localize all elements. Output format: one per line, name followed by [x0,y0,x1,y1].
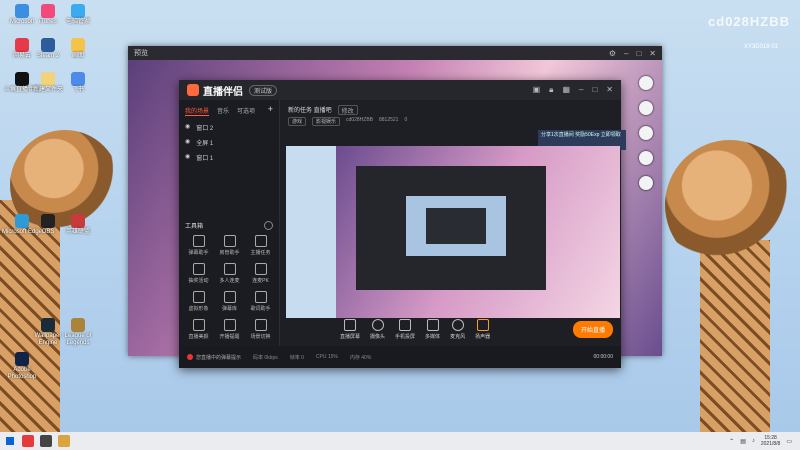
tool-button[interactable]: 直播美颜 [183,319,214,340]
settings-icon[interactable]: ⚙ [609,49,616,58]
close-icon[interactable]: ✕ [606,85,613,95]
tray-arrow-icon[interactable]: ⌃ [729,438,734,445]
preview-title: 预览 [134,50,148,57]
taskbar-app-icon[interactable] [58,435,70,447]
taskbar-app-icon[interactable] [40,435,52,447]
desktop-icon[interactable]: League of Legends [56,318,100,347]
tab-music[interactable]: 音乐 [217,106,229,116]
tool-button[interactable]: 虚拟形象 [183,291,214,312]
qq-icon[interactable] [639,151,653,165]
go-live-button[interactable]: 开始直播 [572,321,613,338]
beta-badge: 测试版 [249,84,278,96]
stream-preview[interactable] [286,146,620,318]
media-button[interactable]: 多媒体 [425,318,440,340]
network-icon[interactable]: ▤ [740,438,746,445]
desktop-icon[interactable]: 飞书 [56,72,100,94]
scene-panel: 我的场景 音乐 可选项 + ◉ 窗口 2 ◉ 全屏 1 ◉ 窗口 1 工具箱 弹幕助手… [179,100,280,346]
minimize-icon[interactable]: – [624,49,628,58]
toolbox-header: 工具箱 [179,221,279,230]
memory: 内存 40% [349,354,372,361]
windows-start-icon[interactable] [6,437,14,445]
side-toolbar [634,70,658,216]
scene-item[interactable]: ◉ 窗口 2 [179,120,279,135]
category-tag[interactable]: 游戏 [288,117,307,126]
session-title: 新的任务 直播吧 [288,108,332,114]
speaker-button[interactable]: 扬声器 [475,318,490,340]
notification-icon[interactable]: ▭ [786,438,792,445]
desktop-icon[interactable]: 画图 [56,38,100,60]
status-text: 您直播中的弹幕提示 [196,354,242,361]
desktop-icon[interactable]: Adobe Photoshop [0,352,44,381]
tool-button[interactable]: 弹幕助手 [183,235,214,256]
alert-icon [187,354,193,361]
scene-item[interactable]: ◉ 窗口 1 [179,150,279,165]
desktop-icon[interactable]: 英雄联盟 [56,214,100,236]
tool-button[interactable]: 歌词助手 [245,291,276,312]
share-icon[interactable] [639,176,653,190]
giraffe-right [665,140,795,270]
lock-icon[interactable]: 🔒︎ [549,85,553,95]
room-id: 8812521 [379,117,399,123]
scene-item[interactable]: ◉ 全屏 1 [179,135,279,150]
tool-button[interactable]: 抽奖活动 [183,263,214,284]
microphone-button[interactable]: 麦克风 [450,318,465,340]
minimize-icon[interactable]: – [579,85,583,95]
desktop-icon[interactable]: 电脑管家 [56,4,100,26]
watermark-id: cd028HZBB [708,14,790,29]
taskbar: ⌃ ▤ ♪ 15:28 2021/8/8 ▭ [0,432,800,450]
clock[interactable]: 15:28 2021/8/8 [761,435,780,447]
duration: 00:00:00 [593,354,613,360]
volume-icon[interactable]: ♪ [752,438,755,444]
toolbox-grid: 弹幕助手 房管助手 主播任务 抽奖活动 多人连麦 连麦PK 虚拟形象 弹幕库 歌… [183,235,277,340]
more-icon[interactable] [264,221,273,230]
tool-button[interactable]: 多人连麦 [214,263,245,284]
camera-button[interactable]: 摄像头 [370,318,385,340]
app-name: 直播伴侣 [203,86,243,98]
phone-cast-button[interactable]: 手机投屏 [395,318,415,340]
app-titlebar: 直播伴侣 测试版 ▣ 🔒︎ ▦ – □ ✕ [179,80,621,100]
gift-icon[interactable]: ▣ [533,85,541,95]
tool-button[interactable]: 连麦PK [245,263,276,284]
grid-icon[interactable]: ▦ [562,85,570,95]
add-scene-icon[interactable]: + [268,105,273,116]
fps: 帧率 0 [289,354,304,361]
eye-icon[interactable]: ◉ [185,138,190,147]
tab-options[interactable]: 可选项 [237,106,255,116]
watermark-code: XY3D018 01 [743,44,778,50]
tool-button[interactable]: 房管助手 [214,235,245,256]
subcategory-tag[interactable]: 影视娱乐 [312,117,341,126]
tool-button[interactable]: 场景切换 [245,319,276,340]
close-icon[interactable]: ✕ [649,49,656,58]
eye-icon[interactable]: ◉ [185,153,190,162]
chat-icon[interactable] [639,76,653,90]
main-area: 新的任务 直播吧 修改 游戏 影视娱乐 cd028HZBB 8812521 0 … [280,100,626,346]
source-controls: 直播屏幕 摄像头 手机投屏 多媒体 麦克风 扬声器 [280,316,621,342]
tool-button[interactable]: 弹幕库 [214,291,245,312]
maximize-icon[interactable]: □ [592,85,597,95]
viewer-count: 0 [404,117,408,123]
app-logo-icon [187,84,199,96]
edit-button[interactable]: 修改 [337,105,358,115]
tool-button[interactable]: 开播提醒 [214,319,245,340]
weibo-icon[interactable] [639,126,653,140]
tab-scenes[interactable]: 我的场景 [185,106,210,116]
preview-titlebar: 预览 ⚙ – □ ✕ [128,46,662,60]
user-id: cd028HZBB [346,117,373,123]
screen-capture-button[interactable]: 直播屏幕 [340,318,360,340]
bitrate: 码率 0kbps [253,354,278,361]
tool-button[interactable]: 主播任务 [245,235,276,256]
maximize-icon[interactable]: □ [636,49,641,58]
taskbar-app-icon[interactable] [22,435,34,447]
system-tray: ⌃ ▤ ♪ 15:28 2021/8/8 ▭ [729,435,800,447]
cpu: CPU 15% [315,354,338,360]
status-bar: 您直播中的弹幕提示 码率 0kbps 帧率 0 CPU 15% 内存 40% 0… [179,346,621,368]
eye-icon[interactable]: ◉ [185,123,190,132]
wechat-icon[interactable] [639,101,653,115]
streaming-app-window[interactable]: 直播伴侣 测试版 ▣ 🔒︎ ▦ – □ ✕ 我的场景 音乐 可选项 + ◉ 窗口 … [179,80,626,368]
